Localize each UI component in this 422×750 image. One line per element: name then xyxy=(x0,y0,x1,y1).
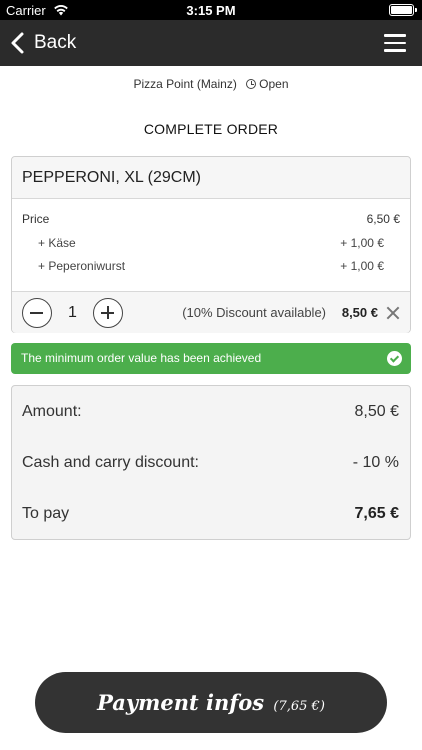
pay-value: 7,65 € xyxy=(354,505,399,522)
item-name: PEPPERONI, XL (29CM) xyxy=(12,157,410,199)
price-row: Price 6,50 € xyxy=(22,212,400,226)
shop-status: Open xyxy=(259,77,289,91)
payment-infos-button[interactable]: Payment infos (7,65 €) xyxy=(35,672,387,733)
page-title: COMPLETE ORDER xyxy=(143,121,279,137)
chevron-left-icon xyxy=(11,32,24,54)
price-value: 6,50 € xyxy=(366,212,400,226)
summary-row: Amount: 8,50 € xyxy=(22,403,399,421)
extra-row: + Käse + 1,00 € xyxy=(38,236,384,250)
quantity-value: 1 xyxy=(68,304,77,321)
extra-label: + Peperoniwurst xyxy=(38,259,126,273)
alert-text: The minimum order value has been achieve… xyxy=(21,351,262,365)
close-icon[interactable] xyxy=(386,306,400,320)
discount-label: Cash and carry discount: xyxy=(22,454,199,471)
order-item-card: PEPPERONI, XL (29CM) Price 6,50 € + Käse… xyxy=(11,156,411,333)
extra-value: + 1,00 € xyxy=(340,259,384,273)
plus-icon[interactable] xyxy=(93,298,123,328)
extra-value: + 1,00 € xyxy=(340,236,384,250)
hamburger-menu-icon[interactable] xyxy=(384,34,406,52)
extra-row: + Peperoniwurst + 1,00 € xyxy=(38,259,384,273)
price-label: Price xyxy=(22,212,50,226)
success-alert: The minimum order value has been achieve… xyxy=(11,343,411,374)
extra-label: + Käse xyxy=(38,236,76,250)
summary-row: To pay 7,65 € xyxy=(22,505,399,523)
payment-button-label: Payment infos xyxy=(97,690,265,715)
navigation-bar: Back xyxy=(0,20,422,66)
battery-icon xyxy=(389,4,417,16)
payment-button-amount: (7,65 €) xyxy=(273,699,325,714)
discount-note: (10% Discount available) xyxy=(182,305,326,320)
back-label: Back xyxy=(34,32,77,53)
clock-time: 3:15 PM xyxy=(186,3,236,18)
quantity-row: 1 (10% Discount available) 8,50 € xyxy=(12,291,410,333)
minus-icon[interactable] xyxy=(22,298,52,328)
order-summary: Amount: 8,50 € Cash and carry discount: … xyxy=(11,385,411,540)
clock-icon xyxy=(246,79,257,89)
status-bar: Carrier 3:15 PM xyxy=(0,0,422,20)
amount-value: 8,50 € xyxy=(354,403,399,420)
pay-label: To pay xyxy=(22,505,70,522)
back-button[interactable]: Back xyxy=(8,29,76,57)
summary-row: Cash and carry discount: - 10 % xyxy=(22,454,399,472)
shop-name: Pizza Point (Mainz) xyxy=(133,77,237,91)
check-circle-icon xyxy=(387,351,402,366)
item-total: 8,50 € xyxy=(341,305,378,320)
amount-label: Amount: xyxy=(22,403,82,420)
shop-info: Pizza Point (Mainz) Open xyxy=(0,77,422,91)
discount-value: - 10 % xyxy=(352,454,399,471)
